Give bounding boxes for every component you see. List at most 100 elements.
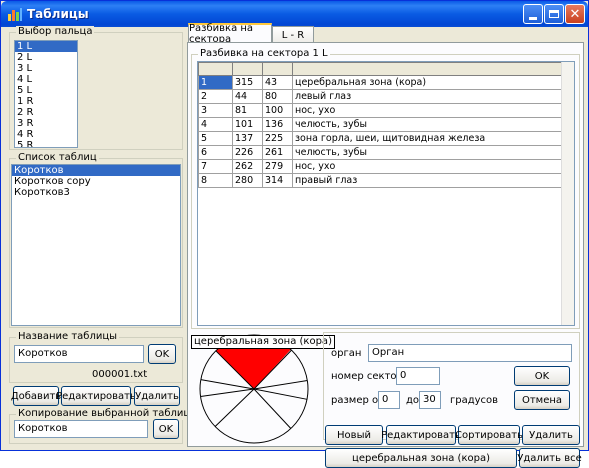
pie-sector-line bbox=[253, 380, 308, 390]
new-sector-button[interactable]: Новый bbox=[325, 425, 383, 445]
grid-cell[interactable]: 6 bbox=[198, 145, 233, 160]
organ-input[interactable]: Орган bbox=[368, 344, 572, 362]
finger-group: Выбор пальца 1 L2 L3 L4 L5 L1 R2 R3 R4 R… bbox=[9, 26, 183, 150]
grid-cell[interactable]: 101 bbox=[232, 117, 263, 132]
sectors-table: 1 315 43 церебральная зона (кора) 2 44 80 левый… bbox=[198, 62, 562, 188]
grid-cell[interactable]: 43 bbox=[262, 75, 293, 90]
finger-list-item[interactable]: 5 L bbox=[15, 85, 77, 96]
grid-cell[interactable]: 1 bbox=[198, 75, 233, 90]
finger-listbox[interactable]: 1 L2 L3 L4 L5 L1 R2 R3 R4 R5 R bbox=[14, 40, 78, 148]
close-button[interactable]: ✕ bbox=[565, 4, 585, 24]
grid-cell[interactable]: 80 bbox=[262, 89, 293, 104]
finger-list-item[interactable]: 1 L bbox=[15, 41, 77, 52]
minimize-button[interactable] bbox=[523, 4, 543, 24]
finger-list-item[interactable]: 4 L bbox=[15, 74, 77, 85]
grid-cell[interactable]: 261 bbox=[262, 145, 293, 160]
table-row[interactable]: 4 101 136 челюсть, зубы bbox=[198, 117, 562, 132]
table-list-item[interactable]: Коротков bbox=[12, 165, 180, 176]
table-row[interactable]: 6 226 261 челюсть, зубы bbox=[198, 145, 562, 160]
table-name-group-label: Название таблицы bbox=[16, 331, 120, 343]
table-row[interactable]: 5 137 225 зона горла, шеи, щитовидная желез… bbox=[198, 131, 562, 146]
copy-table-group: Копирование выбранной таблицы в Коротков… bbox=[9, 408, 210, 444]
grid-cell[interactable]: 5 bbox=[198, 131, 233, 146]
finger-list-item[interactable]: 4 R bbox=[15, 129, 77, 140]
title-bar[interactable]: Таблицы ✕ bbox=[1, 1, 588, 27]
table-row[interactable]: 1 315 43 церебральная зона (кора) bbox=[198, 75, 562, 90]
edit-table-button[interactable]: Редактировать bbox=[56, 386, 136, 406]
grid-cell[interactable]: 81 bbox=[232, 103, 263, 118]
table-name-group: Название таблицы Коротков OK 000001.txt bbox=[9, 331, 183, 383]
sectors-grid[interactable]: 1 315 43 церебральная зона (кора) 2 44 80 левый… bbox=[197, 61, 575, 326]
pie-sector-line bbox=[200, 388, 255, 398]
grid-cell[interactable]: 3 bbox=[198, 103, 233, 118]
grid-cell[interactable]: нос, ухо bbox=[292, 103, 562, 118]
table-name-ok-button[interactable]: OK bbox=[148, 344, 176, 364]
tables-listbox[interactable]: Коротков Коротков copy Коротков3 bbox=[11, 164, 181, 326]
table-row[interactable]: 2 44 80 левый глаз bbox=[198, 89, 562, 104]
size-to-input[interactable]: 30 bbox=[419, 391, 441, 409]
delete-all-sectors-button[interactable]: Удалить все bbox=[517, 448, 582, 468]
sector-number-input[interactable]: 0 bbox=[396, 367, 440, 385]
table-row[interactable]: 8 280 314 правый глаз bbox=[198, 173, 562, 188]
grid-cell[interactable]: 262 bbox=[232, 159, 263, 174]
minimize-icon bbox=[529, 16, 537, 20]
copy-ok-button[interactable]: OK bbox=[153, 419, 179, 439]
app-icon bbox=[8, 8, 22, 21]
tables-group-label: Список таблиц bbox=[16, 152, 99, 164]
copy-table-group-label: Копирование выбранной таблицы в bbox=[16, 408, 210, 420]
delete-sector-button[interactable]: Удалить bbox=[522, 425, 580, 445]
sector-editor-group: орган Орган номер сектора 0 размер от 0 … bbox=[323, 332, 580, 440]
grid-cell[interactable]: левый глаз bbox=[292, 89, 562, 104]
grid-scrollbar[interactable] bbox=[561, 62, 574, 325]
table-row[interactable]: 7 262 279 нос, ухо bbox=[198, 159, 562, 174]
grid-cell[interactable]: челюсть, зубы bbox=[292, 117, 562, 132]
size-from-input[interactable]: 0 bbox=[378, 391, 400, 409]
finger-list-item[interactable]: 5 R bbox=[15, 140, 77, 147]
grid-cell[interactable]: 7 bbox=[198, 159, 233, 174]
maximize-icon bbox=[549, 10, 559, 18]
tab-sectors[interactable]: Разбивка на сектора bbox=[188, 23, 272, 45]
grid-cell[interactable]: 314 bbox=[262, 173, 293, 188]
grid-cell[interactable]: 225 bbox=[262, 131, 293, 146]
copy-target-input[interactable]: Коротков bbox=[14, 420, 148, 438]
grid-cell[interactable]: 226 bbox=[232, 145, 263, 160]
table-list-item[interactable]: Коротков3 bbox=[12, 187, 180, 198]
maximize-button[interactable] bbox=[544, 4, 564, 24]
finger-list-item[interactable]: 3 L bbox=[15, 63, 77, 74]
grid-cell[interactable]: 136 bbox=[262, 117, 293, 132]
grid-cell[interactable]: 4 bbox=[198, 117, 233, 132]
grid-cell[interactable]: зона горла, шеи, щитовидная железа bbox=[292, 131, 562, 146]
table-name-input[interactable]: Коротков bbox=[14, 345, 144, 363]
grid-cell[interactable]: 2 bbox=[198, 89, 233, 104]
organ-label: орган bbox=[331, 348, 362, 359]
editor-ok-button[interactable]: OK bbox=[514, 366, 570, 386]
grid-cell[interactable]: правый глаз bbox=[292, 173, 562, 188]
grid-cell[interactable]: церебральная зона (кора) bbox=[292, 75, 562, 90]
degrees-label: градусов bbox=[450, 395, 499, 406]
delete-table-button[interactable]: Удалить bbox=[134, 386, 180, 406]
size-to-label: до bbox=[406, 395, 420, 406]
finger-group-label: Выбор пальца bbox=[16, 26, 95, 38]
grid-cell[interactable]: 100 bbox=[262, 103, 293, 118]
add-table-button[interactable]: Добавить bbox=[11, 386, 61, 406]
grid-cell[interactable]: 44 bbox=[232, 89, 263, 104]
grid-cell[interactable]: челюсть, зубы bbox=[292, 145, 562, 160]
edit-sector-button[interactable]: Редактировать bbox=[381, 425, 461, 445]
finger-list-item[interactable]: 3 R bbox=[15, 118, 77, 129]
table-row[interactable]: 3 81 100 нос, ухо bbox=[198, 103, 562, 118]
finger-list-item[interactable]: 2 L bbox=[15, 52, 77, 63]
finger-list-item[interactable]: 2 R bbox=[15, 107, 77, 118]
current-sector-button[interactable]: церебральная зона (кора) bbox=[325, 448, 517, 468]
sort-sectors-button[interactable]: Сортировать bbox=[455, 425, 523, 445]
table-list-item[interactable]: Коротков copy bbox=[12, 176, 180, 187]
grid-cell[interactable]: 280 bbox=[232, 173, 263, 188]
close-icon: ✕ bbox=[569, 6, 581, 22]
grid-cell[interactable]: 315 bbox=[232, 75, 263, 90]
finger-list-item[interactable]: 1 R bbox=[15, 96, 77, 107]
editor-cancel-button[interactable]: Отмена bbox=[514, 390, 570, 410]
grid-cell[interactable]: 279 bbox=[262, 159, 293, 174]
grid-cell[interactable]: 137 bbox=[232, 131, 263, 146]
grid-cell[interactable]: 8 bbox=[198, 173, 233, 188]
grid-cell[interactable]: нос, ухо bbox=[292, 159, 562, 174]
file-name-label: 000001.txt bbox=[92, 369, 148, 380]
